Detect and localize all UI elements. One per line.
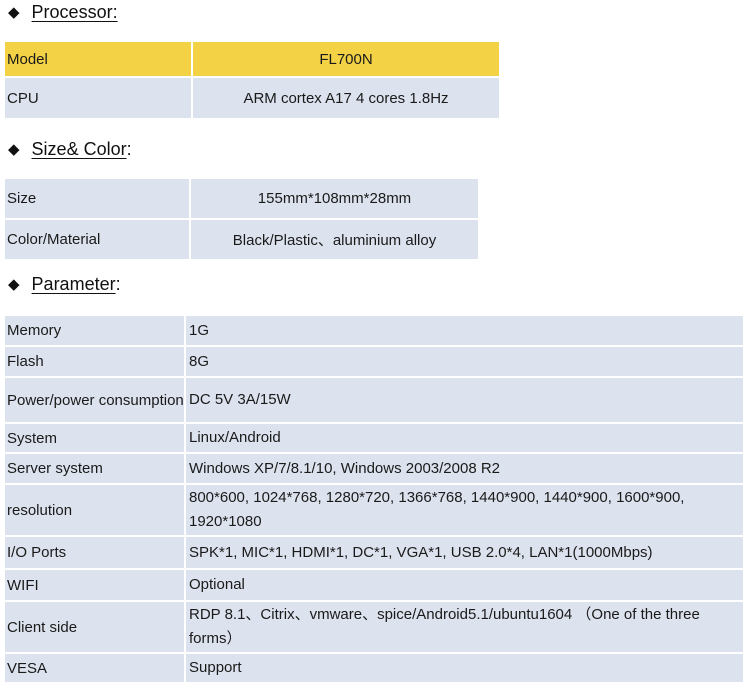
spec-key: System [5, 424, 184, 452]
spec-value: SPK*1, MIC*1, HDMI*1, DC*1, VGA*1, USB 2… [184, 537, 743, 568]
table-row: Memory 1G [5, 316, 743, 345]
diamond-bullet-icon: ◆ [8, 3, 20, 21]
spec-key: Client side [5, 602, 184, 652]
spec-key: Color/Material [5, 220, 189, 259]
section-title-suffix: : [115, 274, 121, 294]
spec-value: DC 5V 3A/15W [184, 378, 743, 422]
spec-key: Flash [5, 347, 184, 376]
table-row: Size 155mm*108mm*28mm [5, 179, 478, 218]
section-title: Size& Color [31, 139, 127, 159]
spec-key: I/O Ports [5, 537, 184, 568]
spec-value: 800*600, 1024*768, 1280*720, 1366*768, 1… [184, 485, 743, 535]
spec-value: FL700N [191, 42, 499, 76]
spec-value: Support [184, 654, 743, 682]
table-row: I/O Ports SPK*1, MIC*1, HDMI*1, DC*1, VG… [5, 537, 743, 568]
spec-key: Server system [5, 454, 184, 483]
spec-key: WIFI [5, 570, 184, 600]
spec-key: Power/power consumption [5, 378, 184, 422]
section-title: Parameter [31, 274, 116, 294]
table-row: VESA Support [5, 654, 743, 682]
diamond-bullet-icon: ◆ [8, 140, 20, 158]
size-color-heading: ◆ Size& Color: [8, 139, 132, 160]
table-row: System Linux/Android [5, 424, 743, 452]
size-color-table: Size 155mm*108mm*28mm Color/Material Bla… [5, 177, 478, 261]
table-row: Model FL700N [5, 42, 499, 76]
processor-table: Model FL700N CPU ARM cortex A17 4 cores … [5, 40, 499, 120]
spec-key: Size [5, 179, 189, 218]
spec-value: Black/Plastic、aluminium alloy [189, 220, 478, 259]
section-title: Processor: [31, 2, 118, 22]
spec-key: Memory [5, 316, 184, 345]
table-row: resolution 800*600, 1024*768, 1280*720, … [5, 485, 743, 535]
spec-value: RDP 8.1、Citrix、vmware、spice/Android5.1/u… [184, 602, 743, 652]
section-title-suffix: : [126, 139, 132, 159]
table-row: Color/Material Black/Plastic、aluminium a… [5, 220, 478, 259]
spec-value: ARM cortex A17 4 cores 1.8Hz [191, 78, 499, 118]
spec-value: Linux/Android [184, 424, 743, 452]
table-row: WIFI Optional [5, 570, 743, 600]
table-row: Server system Windows XP/7/8.1/10, Windo… [5, 454, 743, 483]
diamond-bullet-icon: ◆ [8, 275, 20, 293]
table-row: Flash 8G [5, 347, 743, 376]
parameter-heading: ◆ Parameter: [8, 274, 121, 295]
spec-key: VESA [5, 654, 184, 682]
spec-value: 155mm*108mm*28mm [189, 179, 478, 218]
spec-key: CPU [5, 78, 191, 118]
spec-value: 1G [184, 316, 743, 345]
table-row: Client side RDP 8.1、Citrix、vmware、spice/… [5, 602, 743, 652]
spec-key: Model [5, 42, 191, 76]
spec-key: resolution [5, 485, 184, 535]
spec-value: Windows XP/7/8.1/10, Windows 2003/2008 R… [184, 454, 743, 483]
table-row: Power/power consumption DC 5V 3A/15W [5, 378, 743, 422]
parameter-table: Memory 1G Flash 8G Power/power consumpti… [5, 314, 743, 684]
processor-heading: ◆ Processor: [8, 2, 118, 23]
spec-value: 8G [184, 347, 743, 376]
spec-value: Optional [184, 570, 743, 600]
table-row: CPU ARM cortex A17 4 cores 1.8Hz [5, 78, 499, 118]
